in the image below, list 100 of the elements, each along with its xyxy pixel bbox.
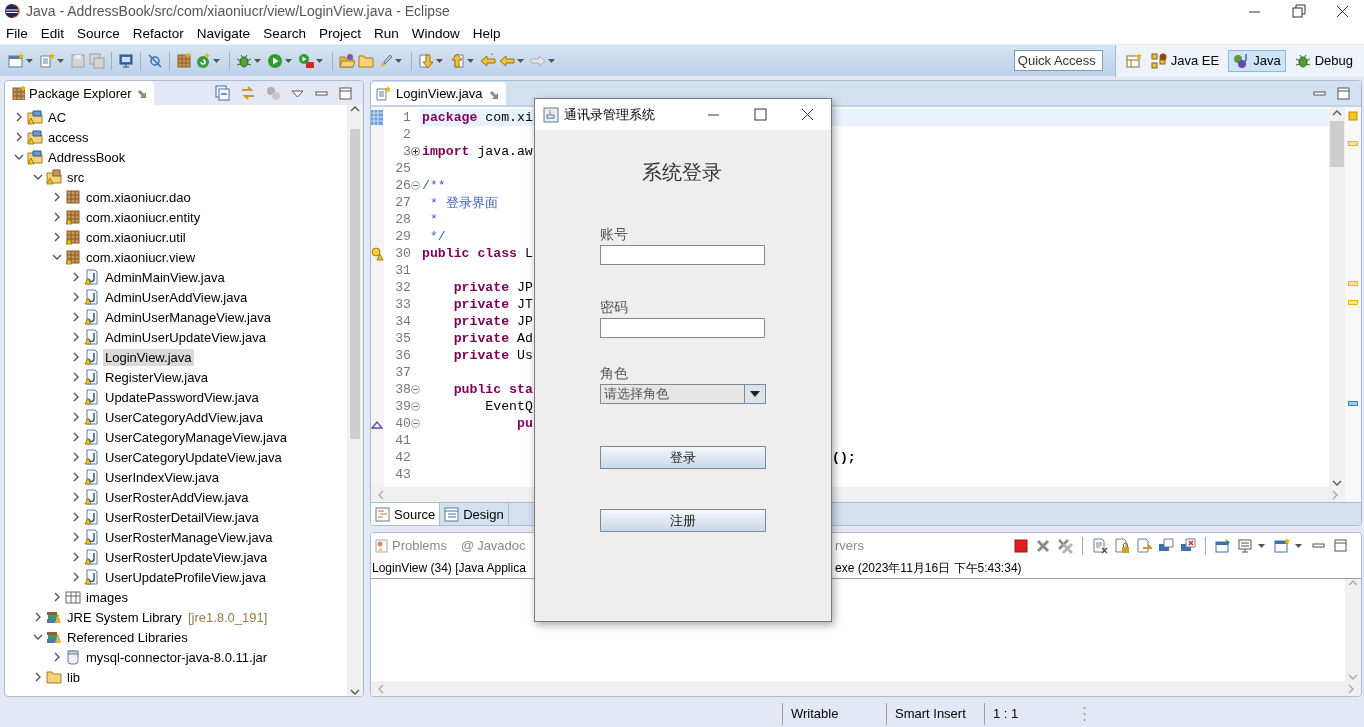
caret-icon[interactable] (548, 58, 555, 63)
arrow-up-icon[interactable] (449, 52, 465, 69)
scroll-thumb[interactable] (350, 129, 360, 439)
collapse-fold-icon[interactable] (411, 385, 420, 394)
tree-item[interactable]: src (65, 168, 87, 186)
perspective-button[interactable]: Debug (1289, 49, 1358, 72)
caret-icon[interactable] (395, 58, 402, 63)
pin-console-icon[interactable] (1215, 537, 1231, 554)
tree-item[interactable]: UserRosterAddView.java (103, 488, 251, 506)
monitor-icon[interactable] (118, 52, 134, 69)
collapse-fold-icon[interactable] (411, 402, 420, 411)
tree-item[interactable]: AdminMainView.java (103, 268, 227, 286)
menu-item[interactable]: Navigate (196, 25, 251, 41)
view-tab[interactable]: rvers (835, 538, 864, 553)
maximize-icon[interactable] (753, 107, 768, 122)
arrow-down-icon[interactable] (418, 52, 434, 69)
back-icon[interactable] (499, 52, 515, 69)
new-file-icon[interactable] (39, 52, 55, 69)
chevron-icon[interactable] (33, 632, 43, 642)
scroll-down-icon[interactable] (350, 688, 360, 696)
overview-marker-icon[interactable] (1348, 281, 1358, 286)
terminate-icon[interactable] (1013, 537, 1029, 554)
word-wrap-icon[interactable] (1136, 537, 1152, 554)
tree-item[interactable]: AdminUserManageView.java (103, 308, 273, 326)
editor-mode-tab[interactable]: Design (440, 503, 509, 525)
chevron-icon[interactable] (71, 292, 81, 302)
tree-item[interactable]: UserIndexView.java (103, 468, 221, 486)
overview-marker-icon[interactable] (1348, 401, 1358, 406)
bug-icon[interactable] (236, 52, 252, 69)
tree-item[interactable]: AC (46, 108, 69, 126)
tree-item[interactable]: UserCategoryManageView.java (103, 428, 289, 446)
collapse-fold-icon[interactable] (411, 419, 420, 428)
scroll-thumb[interactable] (1330, 121, 1344, 167)
view-tab[interactable]: Problems (375, 538, 447, 553)
run-icon[interactable] (267, 52, 283, 69)
scroll-lock-icon[interactable] (1114, 537, 1130, 554)
tree-item[interactable]: RegisterView.java (103, 368, 211, 386)
tree-item[interactable]: mysql-connector-java-8.0.11.jar (84, 648, 270, 666)
package-star-icon[interactable] (176, 52, 192, 69)
tree-item[interactable]: JRE System Library (65, 608, 184, 626)
chevron-icon[interactable] (71, 312, 81, 322)
chevron-icon[interactable] (71, 332, 81, 342)
chevron-icon[interactable] (71, 352, 81, 362)
overview-marker-icon[interactable] (1348, 141, 1358, 146)
input-field[interactable] (600, 245, 765, 265)
restore-icon[interactable] (1291, 3, 1306, 19)
open-console-icon[interactable] (1274, 537, 1290, 554)
chevron-icon[interactable] (33, 672, 43, 682)
scrollbar[interactable] (1329, 107, 1345, 487)
editor-mode-tab[interactable]: Source (371, 503, 441, 525)
tree-item[interactable]: access (46, 128, 91, 146)
chevron-icon[interactable] (71, 272, 81, 282)
maximize-icon[interactable] (1333, 537, 1349, 554)
tree-item[interactable]: Referenced Libraries (65, 628, 190, 646)
run-toolbox-icon[interactable] (298, 52, 314, 69)
scrollbar[interactable] (347, 105, 363, 696)
role-dropdown[interactable]: 请选择角色 (600, 384, 766, 404)
arrow-left-icon[interactable] (480, 52, 496, 69)
editor-tab[interactable]: LoginView.java (371, 82, 506, 105)
clear-console-icon[interactable] (1092, 537, 1108, 554)
chevron-icon[interactable] (71, 452, 81, 462)
caret-icon[interactable] (1258, 543, 1265, 548)
menu-item[interactable]: Edit (40, 25, 65, 41)
chevron-icon[interactable] (14, 112, 24, 122)
caret-icon[interactable] (316, 58, 323, 63)
perspective-button[interactable]: Java EE (1145, 49, 1225, 72)
menu-item[interactable]: Project (318, 25, 361, 41)
menu-item[interactable]: File (6, 25, 28, 41)
chevron-icon[interactable] (71, 472, 81, 482)
caret-icon[interactable] (436, 58, 443, 63)
chevron-icon[interactable] (71, 432, 81, 442)
tree-item[interactable]: com.xiaoniucr.view (84, 248, 198, 266)
chevron-icon[interactable] (71, 372, 81, 382)
caret-icon[interactable] (213, 58, 220, 63)
caret-icon[interactable] (517, 58, 524, 63)
chevron-icon[interactable] (33, 172, 43, 182)
menu-item[interactable]: Help (472, 25, 501, 41)
chevron-icon[interactable] (71, 532, 81, 542)
view-tab[interactable]: Package Explorer (5, 81, 154, 105)
scroll-up-icon[interactable] (350, 105, 360, 113)
chevron-icon[interactable] (71, 492, 81, 502)
dropdown-caret-icon[interactable] (750, 391, 760, 397)
chevron-icon[interactable] (14, 132, 24, 142)
tree-item[interactable]: AddressBook (46, 148, 128, 166)
tree-item[interactable]: lib (65, 668, 82, 686)
quick-access-field[interactable]: Quick Access (1013, 50, 1103, 71)
overview-marker-icon[interactable] (1348, 300, 1358, 305)
chevron-icon[interactable] (52, 252, 62, 262)
brush-icon[interactable] (377, 52, 393, 69)
show-on-output-icon[interactable] (1158, 537, 1174, 554)
collapse-all-icon[interactable] (215, 85, 231, 101)
chevron-icon[interactable] (71, 512, 81, 522)
tree-item[interactable]: AdminUserUpdateView.java (103, 328, 268, 346)
remove-icon[interactable] (1035, 537, 1051, 554)
chevron-icon[interactable] (52, 232, 62, 242)
chevron-icon[interactable] (71, 552, 81, 562)
chevron-icon[interactable] (52, 212, 62, 222)
maximize-icon[interactable] (1336, 85, 1351, 101)
open-folder-icon[interactable] (339, 52, 355, 69)
chevron-icon[interactable] (33, 612, 43, 622)
